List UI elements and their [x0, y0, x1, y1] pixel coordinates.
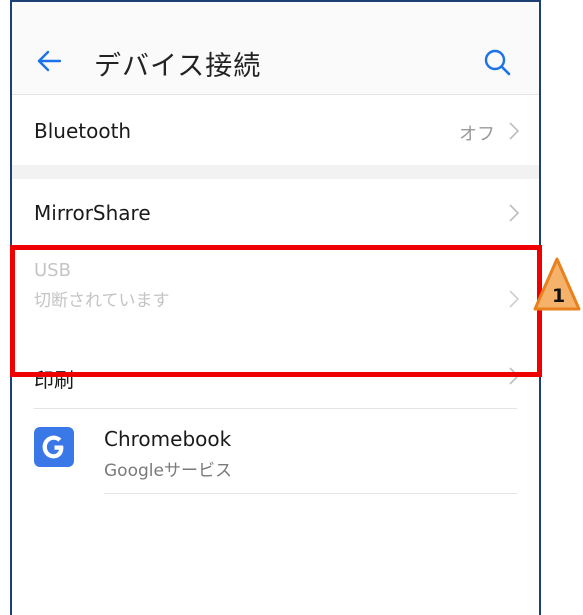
back-arrow-icon: [37, 50, 62, 72]
chromebook-subtitle: Googleサービス: [104, 461, 232, 481]
bluetooth-label: Bluetooth: [34, 119, 132, 143]
usb-highlight-box: [10, 245, 542, 377]
chromebook-row[interactable]: Chromebook Googleサービス: [12, 409, 539, 493]
section-gap: [12, 165, 539, 179]
mirrorshare-row[interactable]: MirrorShare: [12, 179, 539, 247]
search-button[interactable]: [482, 47, 512, 77]
search-icon: [484, 49, 511, 76]
chevron-right-icon: [509, 204, 520, 222]
step-number: 1: [552, 285, 566, 307]
google-icon: [34, 427, 74, 467]
chevron-right-icon: [509, 122, 520, 140]
chromebook-label: Chromebook: [104, 427, 232, 451]
back-button[interactable]: [34, 46, 64, 76]
bluetooth-row[interactable]: Bluetooth オフ: [12, 95, 539, 165]
mirrorshare-label: MirrorShare: [34, 201, 151, 225]
g-logo-icon: [42, 435, 64, 459]
app-bar: デバイス接続: [12, 2, 539, 94]
page-title: デバイス接続: [94, 51, 262, 82]
bluetooth-status: オフ: [459, 124, 495, 145]
divider: [104, 493, 517, 494]
